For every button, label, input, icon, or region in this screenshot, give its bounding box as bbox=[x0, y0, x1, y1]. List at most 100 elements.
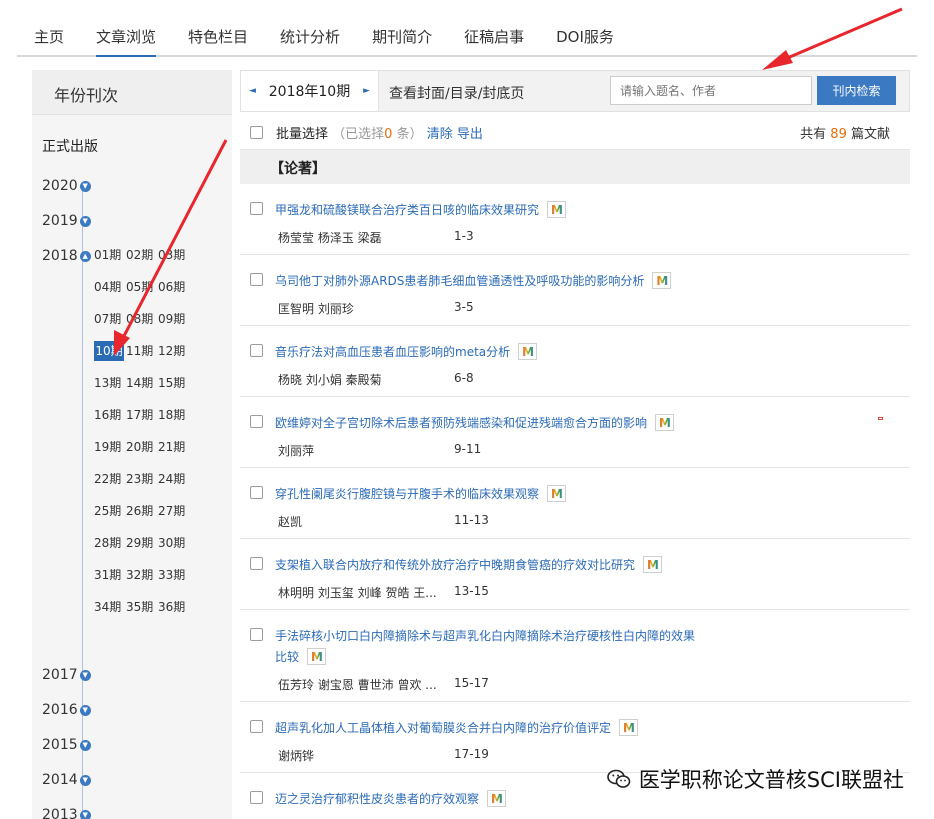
selected-suffix: 条） bbox=[396, 127, 423, 142]
article-title[interactable]: 乌司他丁对肺外源ARDS患者肺毛细血管通透性及呼吸功能的影响分析 bbox=[275, 274, 644, 288]
article-title[interactable]: 穿孔性阑尾炎行腹腔镜与开腹手术的临床效果观察 bbox=[275, 487, 539, 501]
issue-link[interactable]: 19期 bbox=[94, 437, 126, 457]
cover-toc-link[interactable]: 查看封面/目录/封底页 bbox=[389, 83, 524, 103]
mendeley-icon[interactable]: M bbox=[655, 414, 675, 431]
issue-link[interactable]: 34期 bbox=[94, 597, 126, 617]
issue-link[interactable]: 06期 bbox=[158, 277, 190, 297]
issue-link[interactable]: 03期 bbox=[158, 245, 190, 265]
nav-item[interactable]: DOI服务 bbox=[556, 26, 614, 57]
chevron-down-icon: ▼ bbox=[79, 180, 91, 192]
mendeley-icon[interactable]: M bbox=[547, 485, 567, 502]
issue-link[interactable]: 04期 bbox=[94, 277, 126, 297]
issue-grid: 01期 02期 03期 04期 05期 06期 07期 08期 09期 10期 11期 12期 13期 1… bbox=[94, 239, 194, 623]
article-checkbox[interactable] bbox=[250, 486, 263, 499]
year-item[interactable]: 2013 ▼ bbox=[42, 807, 91, 819]
issue-link[interactable]: 21期 bbox=[158, 437, 190, 457]
article-checkbox[interactable] bbox=[250, 628, 263, 641]
clear-link[interactable]: 清除 bbox=[427, 127, 453, 142]
article-pages: 11-13 bbox=[454, 513, 489, 527]
nav-item[interactable]: 主页 bbox=[34, 26, 64, 57]
issue-link[interactable]: 27期 bbox=[158, 501, 190, 521]
year-item[interactable]: 2018 ▲ bbox=[42, 248, 91, 264]
issue-link[interactable]: 30期 bbox=[158, 533, 190, 553]
issue-link[interactable]: 11期 bbox=[126, 341, 158, 361]
issue-link[interactable]: 33期 bbox=[158, 565, 190, 585]
issue-link[interactable]: 29期 bbox=[126, 533, 158, 553]
article-checkbox[interactable] bbox=[250, 791, 263, 804]
issue-row: 04期 05期 06期 bbox=[94, 271, 194, 303]
article-title[interactable]: 超声乳化加人工晶体植入对葡萄膜炎合并白内障的治疗价值评定 bbox=[275, 721, 611, 735]
issue-link[interactable]: 23期 bbox=[126, 469, 158, 489]
chevron-down-icon: ▼ bbox=[79, 669, 91, 681]
issue-link[interactable]: 10期 bbox=[94, 341, 124, 361]
issue-link[interactable]: 07期 bbox=[94, 309, 126, 329]
issue-link[interactable]: 20期 bbox=[126, 437, 158, 457]
watermark-text: 医学职称论文普核SCI联盟社 bbox=[638, 768, 904, 792]
mendeley-icon[interactable]: M bbox=[307, 648, 327, 665]
article-checkbox[interactable] bbox=[250, 202, 263, 215]
issue-link[interactable]: 31期 bbox=[94, 565, 126, 585]
nav-item[interactable]: 特色栏目 bbox=[188, 26, 248, 57]
year-item[interactable]: 2015 ▼ bbox=[42, 737, 91, 753]
issue-link[interactable]: 32期 bbox=[126, 565, 158, 585]
issue-link[interactable]: 26期 bbox=[126, 501, 158, 521]
issue-link[interactable]: 15期 bbox=[158, 373, 190, 393]
article-title-block: 手法碎核小切口白内障摘除术与超声乳化白内障摘除术治疗硬核性白内障的效果比较 M bbox=[275, 626, 705, 668]
issue-link[interactable]: 22期 bbox=[94, 469, 126, 489]
issue-link[interactable]: 17期 bbox=[126, 405, 158, 425]
year-item[interactable]: 2014 ▼ bbox=[42, 772, 91, 788]
mendeley-icon[interactable]: M bbox=[643, 556, 663, 573]
mendeley-icon[interactable]: M bbox=[487, 790, 507, 807]
mendeley-icon[interactable]: M bbox=[547, 201, 567, 218]
issue-link[interactable]: 24期 bbox=[158, 469, 190, 489]
select-all-checkbox[interactable] bbox=[250, 126, 263, 139]
year-item[interactable]: 2017 ▼ bbox=[42, 667, 91, 683]
search-input[interactable] bbox=[610, 76, 812, 105]
issue-link[interactable]: 09期 bbox=[158, 309, 190, 329]
issue-link[interactable]: 01期 bbox=[94, 245, 126, 265]
issue-link[interactable]: 12期 bbox=[158, 341, 190, 361]
nav-item[interactable]: 征稿启事 bbox=[464, 26, 524, 57]
next-issue-icon[interactable]: ► bbox=[363, 86, 370, 96]
issue-link[interactable]: 35期 bbox=[126, 597, 158, 617]
article-checkbox[interactable] bbox=[250, 344, 263, 357]
article-checkbox[interactable] bbox=[250, 557, 263, 570]
mendeley-icon[interactable]: M bbox=[518, 343, 538, 360]
article-title[interactable]: 迈之灵治疗郁积性皮炎患者的疗效观察 bbox=[275, 792, 479, 806]
article-title[interactable]: 欧维婷对全子宫切除术后患者预防残端感染和促进残端愈合方面的影响 bbox=[275, 416, 647, 430]
mendeley-icon[interactable]: M bbox=[652, 272, 672, 289]
issue-link[interactable]: 02期 bbox=[126, 245, 158, 265]
issue-link[interactable]: 25期 bbox=[94, 501, 126, 521]
export-link[interactable]: 导出 bbox=[457, 127, 483, 142]
article-title[interactable]: 手法碎核小切口白内障摘除术与超声乳化白内障摘除术治疗硬核性白内障的效果比较 bbox=[275, 629, 695, 664]
search-button[interactable]: 刊内检索 bbox=[817, 76, 896, 105]
chevron-down-icon: ▼ bbox=[79, 215, 91, 227]
issue-link[interactable]: 18期 bbox=[158, 405, 190, 425]
issue-link[interactable]: 36期 bbox=[158, 597, 190, 617]
article-pages: 13-15 bbox=[454, 584, 489, 598]
prev-issue-icon[interactable]: ◄ bbox=[249, 86, 256, 96]
article-title[interactable]: 音乐疗法对高血压患者血压影响的meta分析 bbox=[275, 345, 510, 359]
nav-item[interactable]: 统计分析 bbox=[280, 26, 340, 57]
article-checkbox[interactable] bbox=[250, 415, 263, 428]
nav-item[interactable]: 期刊简介 bbox=[372, 26, 432, 57]
year-label: 2015 bbox=[42, 737, 78, 753]
issue-link[interactable]: 14期 bbox=[126, 373, 158, 393]
issue-row: 22期 23期 24期 bbox=[94, 463, 194, 495]
issue-link[interactable]: 08期 bbox=[126, 309, 158, 329]
issue-link[interactable]: 05期 bbox=[126, 277, 158, 297]
year-label: 2020 bbox=[42, 178, 78, 194]
mendeley-icon[interactable]: M bbox=[619, 719, 639, 736]
issue-link[interactable]: 13期 bbox=[94, 373, 126, 393]
article-checkbox[interactable] bbox=[250, 273, 263, 286]
nav-item[interactable]: 文章浏览 bbox=[96, 26, 157, 57]
issue-link[interactable]: 28期 bbox=[94, 533, 126, 553]
year-item[interactable]: 2016 ▼ bbox=[42, 702, 91, 718]
article-title[interactable]: 甲强龙和硫酸镁联合治疗类百日咳的临床效果研究 bbox=[275, 203, 539, 217]
wechat-icon bbox=[607, 769, 631, 788]
year-item[interactable]: 2020 ▼ bbox=[42, 178, 91, 194]
article-title[interactable]: 支架植入联合内放疗和传统外放疗治疗中晚期食管癌的疗效对比研究 bbox=[275, 558, 635, 572]
article-checkbox[interactable] bbox=[250, 720, 263, 733]
year-item[interactable]: 2019 ▼ bbox=[42, 213, 91, 229]
issue-link[interactable]: 16期 bbox=[94, 405, 126, 425]
